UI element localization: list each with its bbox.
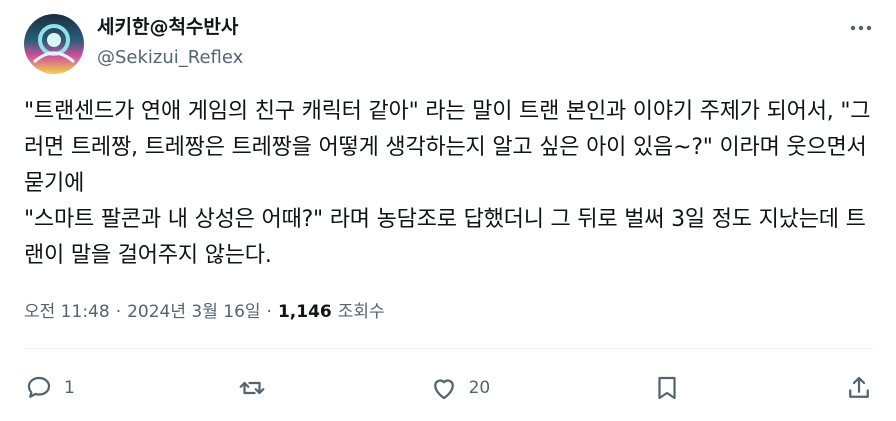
like-count: 20 — [468, 378, 491, 398]
share-icon — [849, 376, 869, 398]
avatar-image — [24, 14, 84, 74]
tweet-text: "트랜센드가 연애 게임의 친구 캐릭터 같아" 라는 말이 트랜 본인과 이야… — [24, 99, 871, 268]
retweet-button[interactable] — [237, 373, 267, 403]
like-button[interactable]: 20 — [429, 373, 491, 403]
heart-icon — [433, 379, 454, 400]
meta-separator: · — [115, 302, 122, 322]
reply-button[interactable]: 1 — [24, 373, 75, 403]
more-options-button[interactable] — [848, 18, 874, 38]
more-icon — [850, 25, 872, 31]
views-label: 조회수 — [337, 302, 385, 322]
user-handle[interactable]: @Sekizui_Reflex — [97, 46, 243, 70]
avatar[interactable] — [24, 14, 84, 74]
bookmark-icon — [658, 376, 676, 400]
reply-icon — [27, 376, 51, 398]
reply-count: 1 — [64, 378, 75, 398]
tweet-meta: 오전 11:48 · 2024년 3월 16일 · 1,146 조회수 — [24, 300, 385, 324]
action-bar: 1 20 — [24, 370, 874, 406]
share-button[interactable] — [844, 373, 874, 403]
tweet-date[interactable]: 2024년 3월 16일 — [127, 300, 260, 324]
views-count: 1,146 — [277, 302, 332, 322]
tweet-time[interactable]: 오전 11:48 — [24, 300, 110, 324]
meta-separator: · — [266, 302, 272, 322]
retweet-icon — [239, 381, 265, 395]
display-name[interactable]: 세키한@척수반사 — [97, 15, 238, 39]
divider — [24, 348, 874, 349]
bookmark-button[interactable] — [652, 373, 682, 403]
